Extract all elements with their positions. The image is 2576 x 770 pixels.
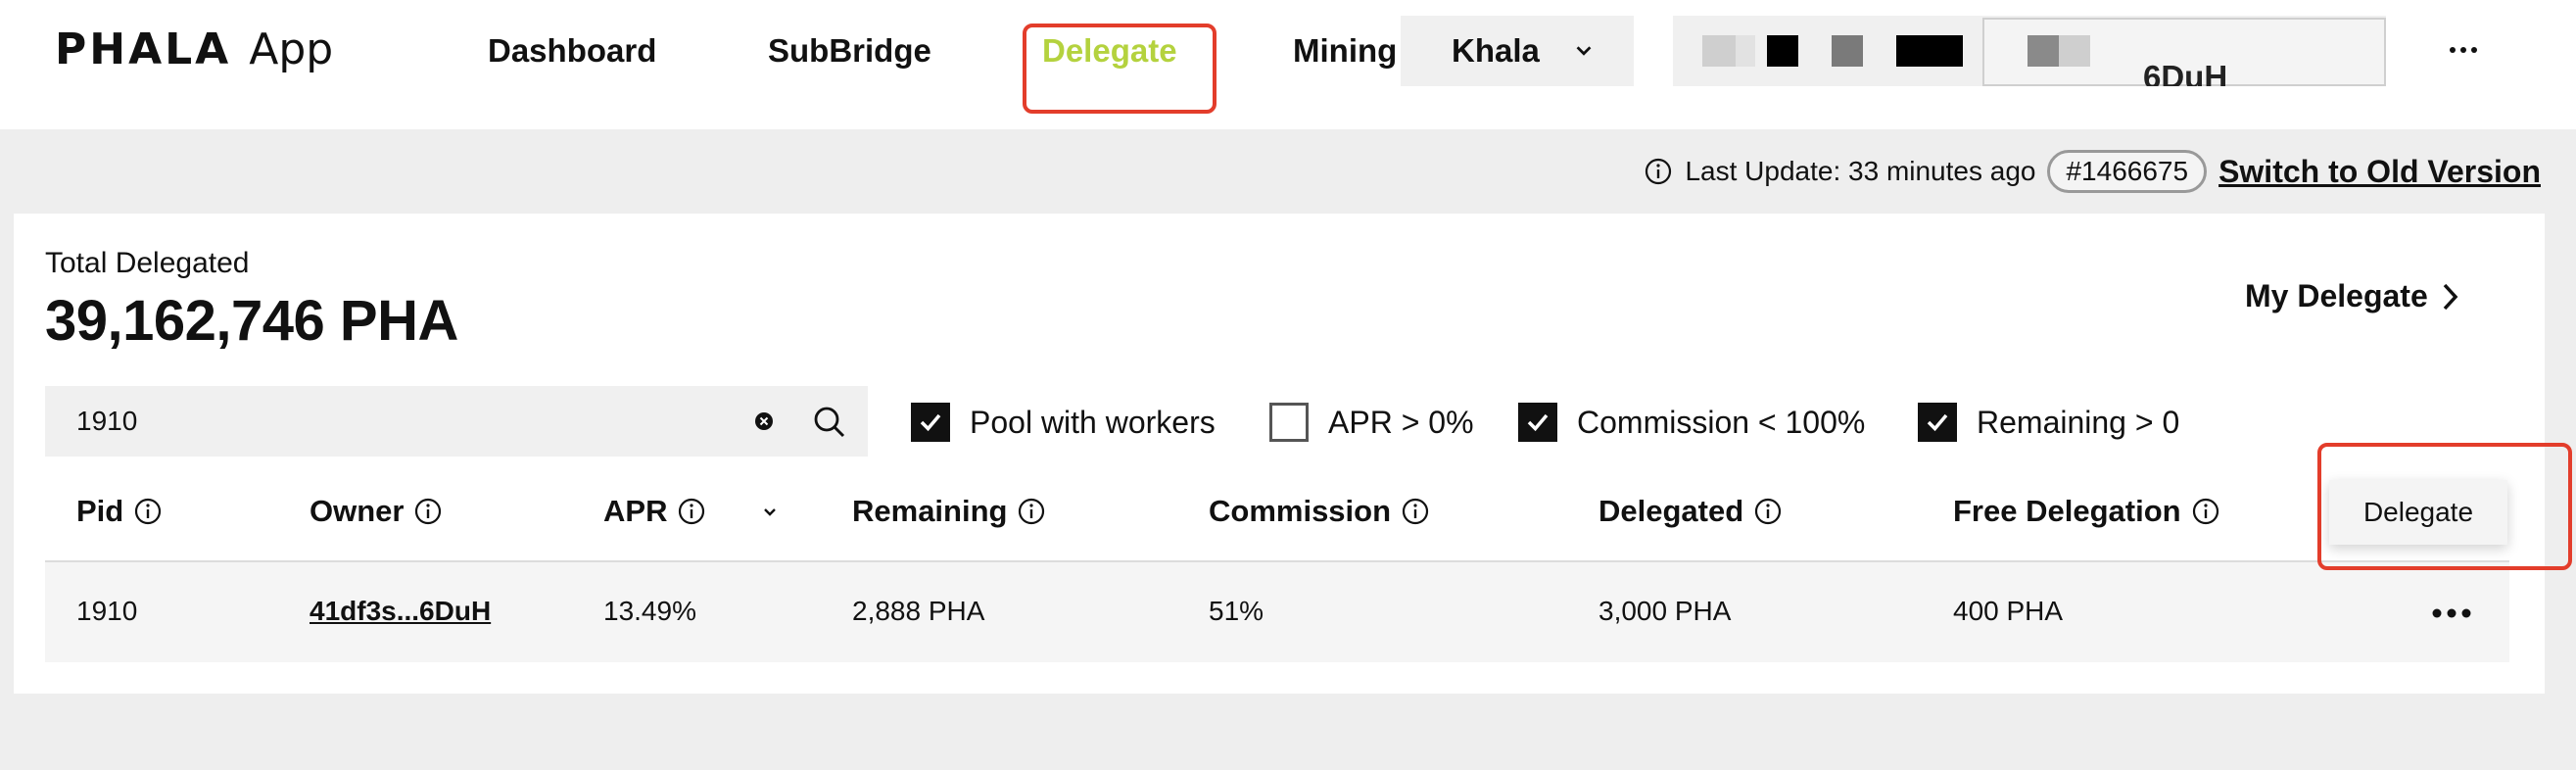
filter-pool-with-workers[interactable]: Pool with workers bbox=[911, 402, 1216, 443]
cell-remaining: 2,888 PHA bbox=[852, 596, 985, 626]
clear-icon[interactable] bbox=[754, 411, 774, 431]
account-button[interactable]: 6DuH bbox=[1673, 16, 2386, 86]
checkmark-icon bbox=[1527, 413, 1549, 432]
checkbox[interactable] bbox=[1518, 403, 1557, 442]
column-header-label: Delegated bbox=[1598, 494, 1744, 528]
checkmark-icon bbox=[1927, 413, 1948, 432]
network-label: Khala bbox=[1452, 32, 1540, 69]
row-more-options-icon[interactable] bbox=[2425, 598, 2478, 629]
filter-commission[interactable]: Commission < 100% bbox=[1518, 402, 1865, 443]
more-horizontal-icon bbox=[2450, 47, 2477, 53]
pixelated-avatar-block bbox=[1736, 35, 1755, 67]
last-update-text: Last Update: 33 minutes ago bbox=[1685, 156, 2036, 186]
checkbox[interactable] bbox=[1918, 403, 1957, 442]
filter-label: Remaining > 0 bbox=[1977, 404, 2180, 440]
cell-pid: 1910 bbox=[76, 596, 138, 626]
more-menu-button[interactable] bbox=[2439, 25, 2488, 74]
pixelated-avatar-block bbox=[1767, 35, 1798, 67]
column-header-pid[interactable]: Pid bbox=[76, 490, 163, 533]
column-header-label: Free Delegation bbox=[1953, 494, 2181, 528]
update-bar: Last Update: 33 minutes ago #1466675 Swi… bbox=[1644, 149, 2541, 194]
pixelated-avatar-block bbox=[2027, 35, 2059, 67]
column-header-label: Commission bbox=[1209, 494, 1392, 528]
cell-apr: 13.49% bbox=[603, 596, 696, 626]
info-icon[interactable] bbox=[413, 497, 443, 526]
cell-commission: 51% bbox=[1209, 596, 1264, 626]
filter-remaining[interactable]: Remaining > 0 bbox=[1918, 402, 2179, 443]
column-header-label: Pid bbox=[76, 494, 124, 528]
network-selector[interactable]: Khala bbox=[1401, 16, 1634, 86]
nav-mining[interactable]: Mining bbox=[1293, 29, 1403, 72]
filter-label: Commission < 100% bbox=[1577, 404, 1866, 440]
cell-delegated: 3,000 PHA bbox=[1598, 596, 1732, 626]
cell-free-delegation: 400 PHA bbox=[1953, 596, 2064, 626]
my-delegate-link[interactable]: My Delegate bbox=[2245, 278, 2459, 314]
info-icon[interactable] bbox=[1401, 497, 1430, 526]
switch-old-version-link[interactable]: Switch to Old Version bbox=[2218, 154, 2541, 190]
total-delegated-value: 39,162,746 PHA bbox=[45, 289, 458, 353]
table-row: 1910 41df3s...6DuH 13.49% 2,888 PHA 51% … bbox=[45, 560, 2509, 662]
nav-delegate-highlight bbox=[1023, 24, 1216, 114]
info-icon bbox=[1646, 158, 1672, 185]
nav-subbridge[interactable]: SubBridge bbox=[768, 29, 931, 72]
chevron-down-icon bbox=[1576, 46, 1592, 56]
pixelated-avatar-block bbox=[1702, 35, 1736, 67]
column-header-owner[interactable]: Owner bbox=[310, 490, 443, 533]
phala-logo[interactable]: PHALA App bbox=[55, 22, 333, 76]
filter-apr[interactable]: APR > 0% bbox=[1269, 402, 1474, 443]
column-header-apr[interactable]: APR bbox=[603, 490, 779, 533]
delegate-card: Total Delegated 39,162,746 PHA My Delega… bbox=[14, 214, 2545, 694]
column-header-remaining[interactable]: Remaining bbox=[852, 490, 1046, 533]
cell-owner-link[interactable]: 41df3s...6DuH bbox=[310, 596, 491, 627]
chevron-right-icon bbox=[2443, 283, 2458, 310]
checkmark-icon bbox=[920, 413, 941, 432]
top-header: PHALA App Dashboard SubBridge Delegate M… bbox=[0, 0, 2576, 129]
delegate-action-menu-item[interactable]: Delegate bbox=[2329, 480, 2507, 545]
filter-label: APR > 0% bbox=[1328, 404, 1474, 440]
logo-app-text: App bbox=[249, 24, 334, 74]
search-input[interactable] bbox=[76, 386, 742, 457]
total-delegated-label: Total Delegated bbox=[45, 247, 250, 279]
info-icon[interactable] bbox=[1017, 497, 1046, 526]
info-icon[interactable] bbox=[2191, 497, 2220, 526]
column-header-delegated[interactable]: Delegated bbox=[1598, 490, 1783, 533]
account-address: 6DuH bbox=[2143, 59, 2228, 86]
my-delegate-label: My Delegate bbox=[2245, 278, 2428, 313]
checkbox[interactable] bbox=[1269, 403, 1309, 442]
search-box bbox=[45, 386, 868, 457]
logo-mark: PHALA bbox=[55, 24, 232, 74]
sort-chevron-down-icon[interactable] bbox=[761, 503, 779, 520]
column-header-label: APR bbox=[603, 494, 668, 528]
column-header-commission[interactable]: Commission bbox=[1209, 490, 1430, 533]
search-icon[interactable] bbox=[813, 406, 846, 439]
column-header-label: Owner bbox=[310, 494, 405, 528]
filter-label: Pool with workers bbox=[970, 404, 1216, 440]
checkbox[interactable] bbox=[911, 403, 950, 442]
pixelated-avatar-block bbox=[1896, 35, 1963, 67]
pixelated-avatar-block bbox=[1832, 35, 1863, 67]
info-icon[interactable] bbox=[133, 497, 163, 526]
nav-dashboard[interactable]: Dashboard bbox=[488, 29, 656, 72]
info-icon[interactable] bbox=[677, 497, 706, 526]
info-icon[interactable] bbox=[1753, 497, 1783, 526]
column-header-label: Remaining bbox=[852, 494, 1008, 528]
block-number-badge: #1466675 bbox=[2047, 150, 2208, 193]
pixelated-avatar-block bbox=[2059, 35, 2090, 67]
column-header-free-delegation[interactable]: Free Delegation bbox=[1953, 490, 2220, 533]
